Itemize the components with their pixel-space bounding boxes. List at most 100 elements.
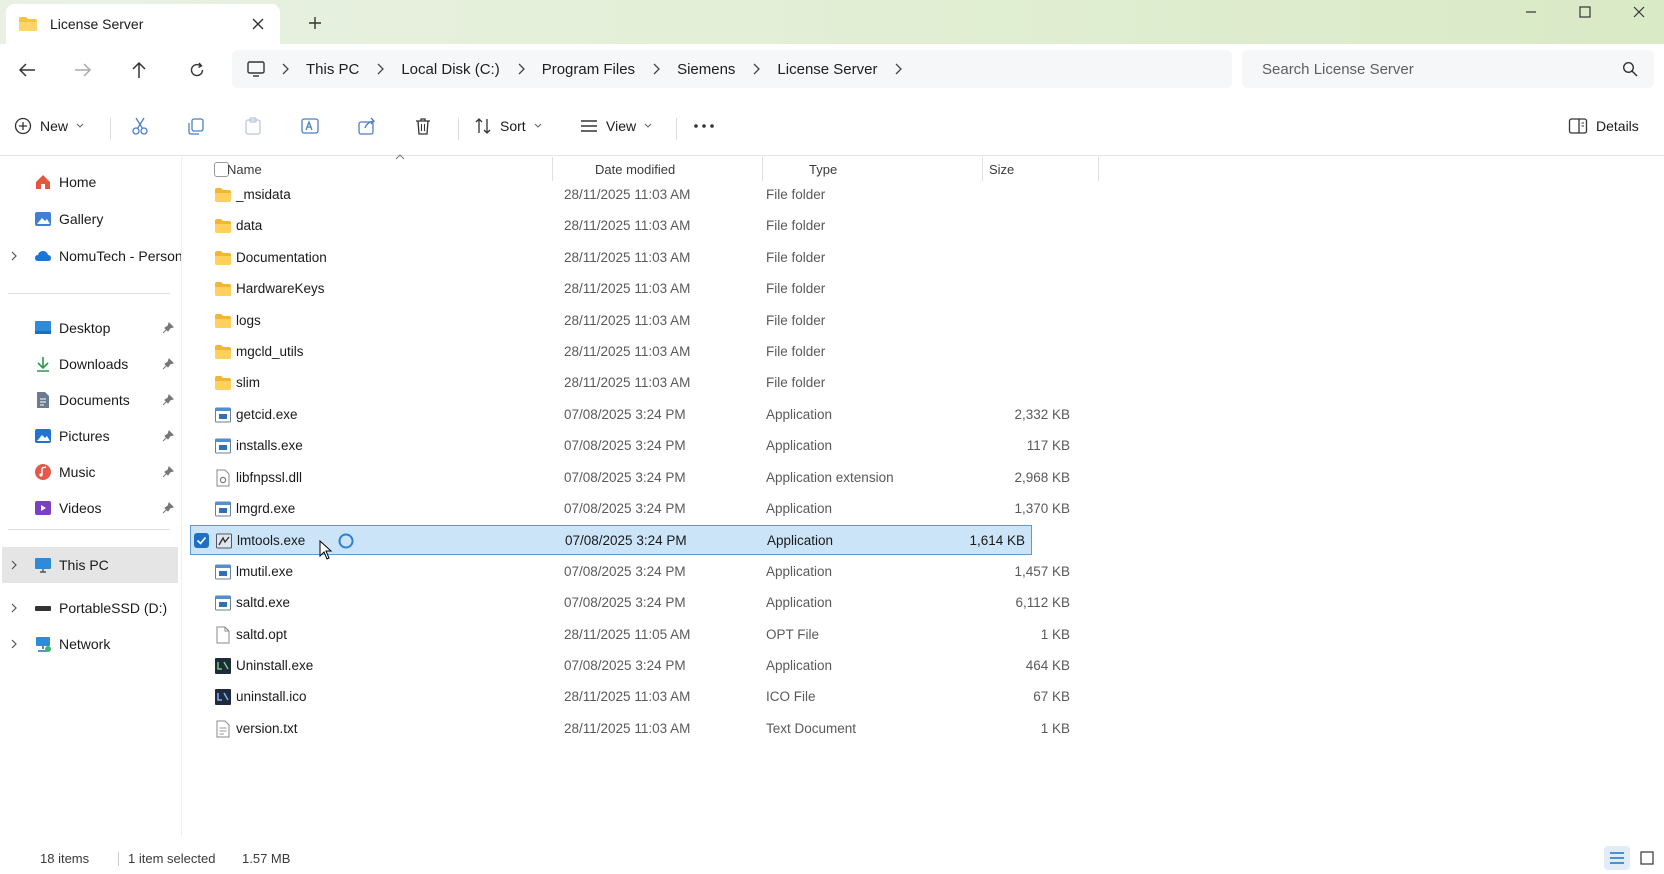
file-row[interactable]: Documentation 28/11/2025 11:03 AM File fol… bbox=[202, 243, 1076, 273]
copy-button[interactable] bbox=[186, 112, 206, 140]
close-window-button[interactable] bbox=[1614, 0, 1664, 24]
new-tab-button[interactable] bbox=[304, 12, 326, 34]
cut-button[interactable] bbox=[130, 112, 150, 140]
file-row[interactable]: uninstall.ico 28/11/2025 11:03 AM ICO File… bbox=[202, 682, 1076, 712]
column-header-size[interactable]: Size bbox=[989, 162, 1014, 177]
chevron-right-icon bbox=[377, 63, 385, 75]
sidebar-item-home[interactable]: Home bbox=[0, 167, 180, 197]
up-button[interactable] bbox=[124, 55, 154, 85]
back-button[interactable] bbox=[12, 55, 42, 85]
delete-button[interactable] bbox=[413, 112, 433, 140]
sidebar-item-portable-ssd[interactable]: PortableSSD (D:) bbox=[0, 593, 180, 623]
tab-license-server[interactable]: License Server bbox=[6, 4, 280, 44]
more-options-button[interactable] bbox=[693, 112, 715, 140]
sidebar-item-label: Gallery bbox=[59, 211, 104, 227]
file-row[interactable]: lmgrd.exe 07/08/2025 3:24 PM Application 1,… bbox=[202, 494, 1076, 524]
maximize-button[interactable] bbox=[1560, 0, 1610, 24]
file-row[interactable]: Uninstall.exe 07/08/2025 3:24 PM Applicati… bbox=[202, 651, 1076, 681]
column-header-type[interactable]: Type bbox=[809, 162, 837, 177]
pin-icon[interactable] bbox=[162, 466, 174, 478]
pin-icon[interactable] bbox=[162, 430, 174, 442]
file-row[interactable]: slim 28/11/2025 11:03 AM File folder bbox=[202, 368, 1076, 398]
column-divider[interactable] bbox=[982, 157, 983, 181]
file-size: 117 KB bbox=[1026, 438, 1070, 453]
expand-chevron-icon[interactable] bbox=[10, 560, 18, 570]
sidebar-item-pictures[interactable]: Pictures bbox=[0, 421, 180, 451]
file-row[interactable]: logs 28/11/2025 11:03 AM File folder bbox=[202, 306, 1076, 336]
breadcrumb-license-server[interactable]: License Server bbox=[777, 61, 877, 78]
details-view-button[interactable] bbox=[1604, 846, 1630, 870]
sidebar-item-label: Network bbox=[59, 636, 111, 652]
row-checkbox[interactable] bbox=[194, 533, 209, 548]
view-button[interactable]: View bbox=[580, 112, 652, 140]
share-button[interactable] bbox=[357, 112, 377, 140]
sidebar-item-gallery[interactable]: Gallery bbox=[0, 204, 180, 234]
expand-chevron-icon[interactable] bbox=[10, 603, 18, 613]
sidebar-item-videos[interactable]: Videos bbox=[0, 493, 180, 523]
file-row[interactable]: lmtools.exe 07/08/2025 3:24 PM Application… bbox=[190, 525, 1032, 560]
new-button[interactable]: New bbox=[14, 112, 84, 140]
minimize-button[interactable] bbox=[1506, 0, 1556, 24]
file-row[interactable]: saltd.exe 07/08/2025 3:24 PM Application 6,… bbox=[202, 588, 1076, 618]
gallery-icon bbox=[35, 212, 51, 226]
file-row[interactable]: data 28/11/2025 11:03 AM File folder bbox=[202, 211, 1076, 241]
folder-icon bbox=[214, 312, 232, 330]
close-tab-icon[interactable] bbox=[250, 16, 266, 32]
sort-button[interactable]: Sort bbox=[474, 112, 542, 140]
paste-icon bbox=[245, 117, 261, 135]
sidebar-item-this-pc[interactable]: This PC bbox=[2, 547, 178, 583]
file-row[interactable]: version.txt 28/11/2025 11:03 AM Text Docum… bbox=[202, 714, 1076, 744]
rename-button[interactable] bbox=[300, 112, 320, 140]
chevron-right-icon[interactable] bbox=[893, 63, 903, 75]
sort-ascending-icon bbox=[395, 154, 405, 160]
forward-button[interactable] bbox=[68, 55, 98, 85]
tiles-view-button[interactable] bbox=[1634, 846, 1660, 870]
home-icon bbox=[36, 175, 50, 189]
file-name: data bbox=[236, 218, 263, 233]
sidebar-item-network[interactable]: Network bbox=[0, 629, 180, 659]
file-name: slim bbox=[236, 375, 260, 390]
expand-chevron-icon[interactable] bbox=[10, 251, 18, 261]
column-divider[interactable] bbox=[762, 157, 763, 181]
breadcrumb-siemens[interactable]: Siemens bbox=[677, 61, 735, 78]
file-row[interactable]: getcid.exe 07/08/2025 3:24 PM Application 2… bbox=[202, 400, 1076, 430]
details-pane-button[interactable]: Details bbox=[1568, 112, 1639, 140]
refresh-button[interactable] bbox=[182, 55, 212, 85]
expand-chevron-icon[interactable] bbox=[10, 639, 18, 649]
search-input[interactable]: Search License Server bbox=[1262, 61, 1622, 78]
column-divider[interactable] bbox=[552, 157, 553, 181]
column-header-date[interactable]: Date modified bbox=[595, 162, 675, 177]
sidebar-item-music[interactable]: Music bbox=[0, 457, 180, 487]
pin-icon[interactable] bbox=[162, 502, 174, 514]
column-divider[interactable] bbox=[1098, 157, 1099, 181]
sidebar-item-desktop[interactable]: Desktop bbox=[0, 313, 180, 343]
file-row[interactable]: _msidata 28/11/2025 11:03 AM File folder bbox=[202, 180, 1076, 210]
file-row[interactable]: HardwareKeys 28/11/2025 11:03 AM File fold… bbox=[202, 274, 1076, 304]
search-box[interactable]: Search License Server bbox=[1242, 50, 1654, 88]
breadcrumb-this-pc[interactable]: This PC bbox=[306, 61, 359, 78]
sidebar-item-downloads[interactable]: Downloads bbox=[0, 349, 180, 379]
paste-button[interactable] bbox=[243, 112, 263, 140]
file-row[interactable]: lmutil.exe 07/08/2025 3:24 PM Application 1… bbox=[202, 557, 1076, 587]
column-header-name[interactable]: Name bbox=[227, 162, 262, 177]
pin-icon[interactable] bbox=[162, 358, 174, 370]
breadcrumb-local-disk[interactable]: Local Disk (C:) bbox=[401, 61, 499, 78]
folder-icon bbox=[214, 249, 232, 267]
sidebar-item-label: PortableSSD (D:) bbox=[59, 600, 168, 616]
music-icon bbox=[35, 464, 51, 480]
file-row[interactable]: installs.exe 07/08/2025 3:24 PM Applicatio… bbox=[202, 431, 1076, 461]
search-icon[interactable] bbox=[1622, 61, 1638, 77]
tab-title: License Server bbox=[50, 16, 144, 32]
sidebar-item-onedrive[interactable]: NomuTech - Personal bbox=[0, 241, 181, 271]
file-row[interactable]: libfnpssl.dll 07/08/2025 3:24 PM Applicati… bbox=[202, 463, 1076, 493]
file-row[interactable]: mgcld_utils 28/11/2025 11:03 AM File folde… bbox=[202, 337, 1076, 367]
navigation-pane: Home Gallery NomuTech - Personal Desktop… bbox=[0, 157, 182, 837]
file-row[interactable]: saltd.opt 28/11/2025 11:05 AM OPT File 1 KB bbox=[202, 620, 1076, 650]
file-type: Application bbox=[766, 595, 833, 610]
pin-icon[interactable] bbox=[162, 322, 174, 334]
file-name: saltd.exe bbox=[236, 595, 291, 610]
pin-icon[interactable] bbox=[162, 394, 174, 406]
address-bar[interactable]: This PC Local Disk (C:) Program Files Si… bbox=[232, 50, 1232, 88]
sidebar-item-documents[interactable]: Documents bbox=[0, 385, 180, 415]
breadcrumb-program-files[interactable]: Program Files bbox=[542, 61, 635, 78]
